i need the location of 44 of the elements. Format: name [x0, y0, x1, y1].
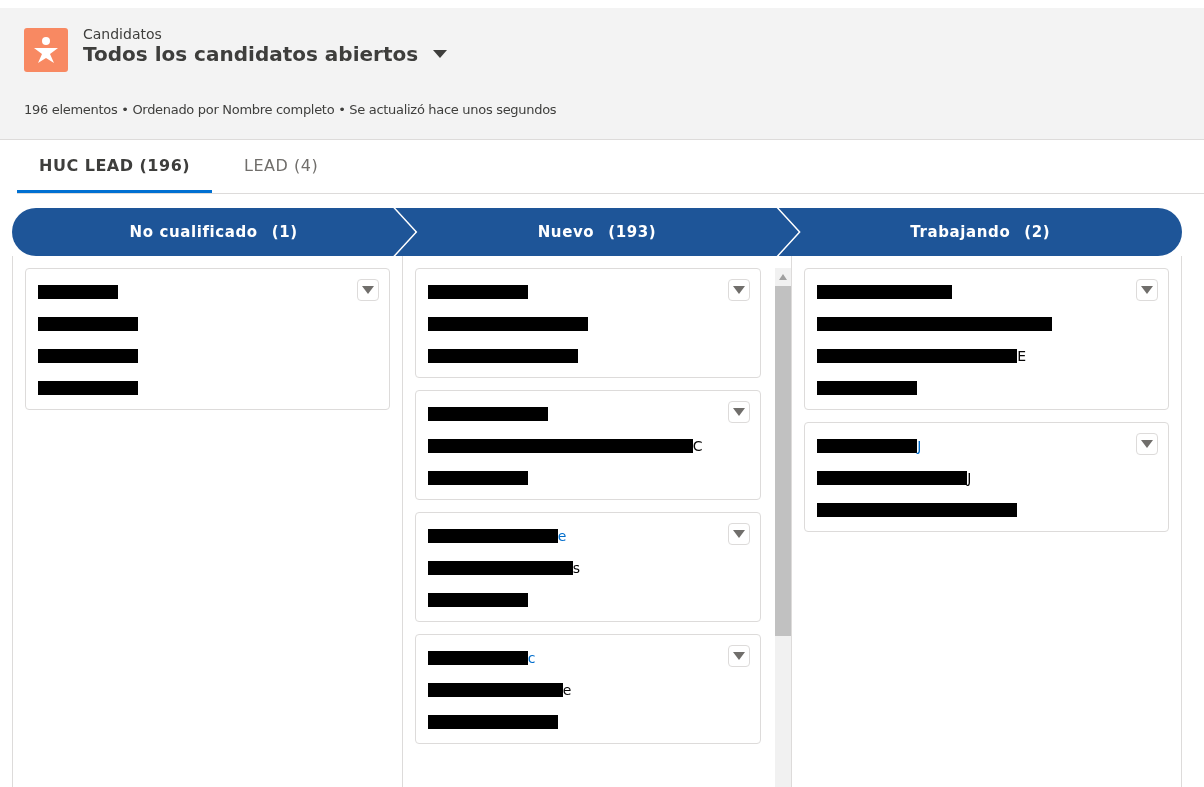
caret-icon	[733, 286, 746, 294]
card-menu-button[interactable]	[1136, 433, 1158, 455]
lead-card[interactable]	[25, 268, 390, 410]
stage-name: No cualificado	[129, 223, 258, 241]
field-text: E	[1017, 348, 1027, 364]
field-text: J	[967, 470, 972, 486]
caret-icon	[361, 286, 374, 294]
caret-icon	[733, 530, 746, 538]
card-menu-button[interactable]	[728, 645, 751, 667]
caret-icon	[733, 652, 746, 660]
field-text[interactable]: e	[557, 528, 567, 544]
caret-icon	[1141, 286, 1153, 294]
caret-icon	[733, 408, 746, 416]
stage-count: (2)	[1024, 223, 1051, 241]
list-view-selector[interactable]: Todos los candidatos abiertos	[83, 42, 449, 66]
field-text: e	[562, 682, 572, 698]
scrollbar[interactable]	[775, 268, 792, 787]
stage-count: (193)	[608, 223, 657, 241]
field-text[interactable]: J	[917, 438, 922, 454]
lead-card[interactable]: J J	[804, 422, 1169, 532]
lead-icon	[24, 28, 68, 72]
scroll-thumb[interactable]	[775, 286, 792, 636]
card-menu-button[interactable]	[728, 523, 751, 545]
lead-card[interactable]: c e	[414, 634, 762, 744]
field-text: s	[572, 560, 580, 576]
card-menu-button[interactable]	[356, 279, 379, 301]
card-menu-button[interactable]	[1136, 279, 1158, 301]
tab[interactable]: HUC LEAD (196)	[17, 140, 213, 193]
lead-card[interactable]: E	[804, 268, 1169, 410]
tab[interactable]: LEAD (4)	[222, 140, 341, 193]
card-menu-button[interactable]	[728, 279, 751, 301]
stage-name: Trabajando	[910, 223, 1011, 241]
lead-card[interactable]	[414, 268, 762, 378]
field-text[interactable]: c	[527, 650, 536, 666]
object-label: Candidatos	[83, 26, 163, 42]
caret-icon	[432, 49, 449, 59]
field-text: C	[692, 438, 703, 454]
stage-count: (1)	[271, 223, 298, 241]
stage-name: Nuevo	[537, 223, 595, 241]
lead-card[interactable]: C	[414, 390, 762, 500]
caret-icon	[1141, 440, 1153, 448]
list-summary: 196 elementos • Ordenado por Nombre completo • Se actualizó hace unos segundos	[24, 102, 558, 117]
card-menu-button[interactable]	[728, 401, 751, 423]
lead-card[interactable]: e s	[414, 512, 762, 622]
